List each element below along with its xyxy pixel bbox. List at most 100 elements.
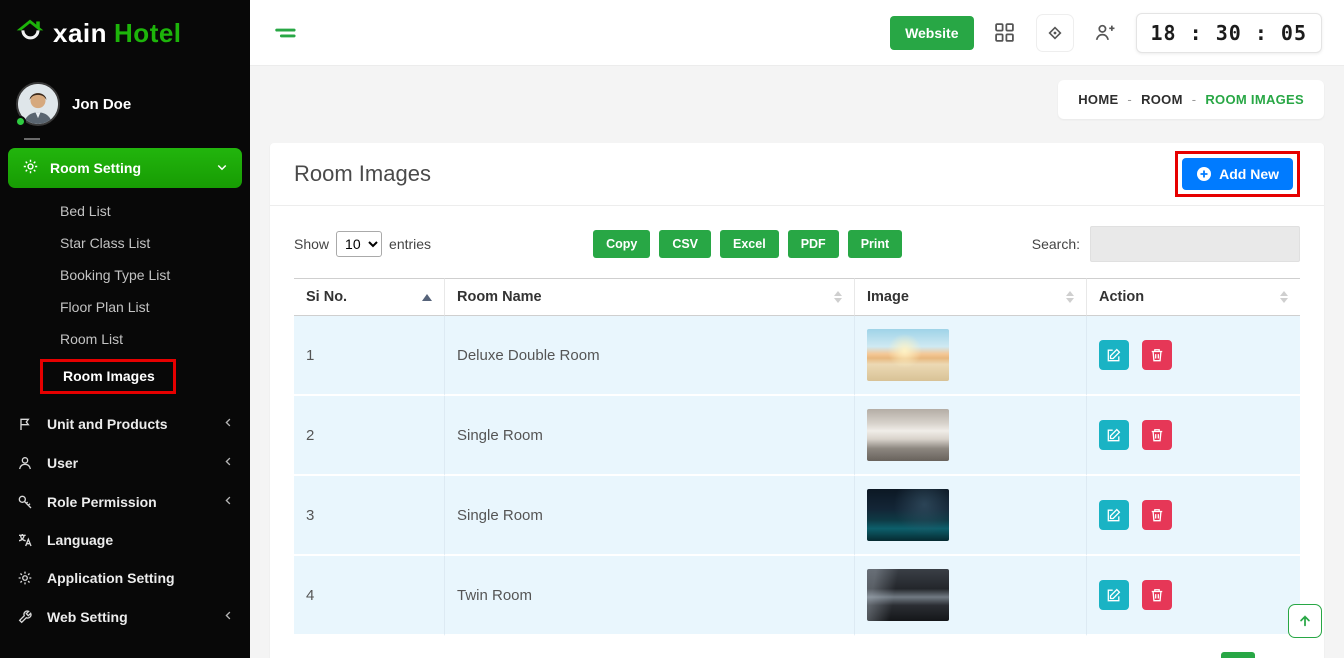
print-label: Print [861,237,889,251]
sidebar-item-user[interactable]: User [0,443,250,482]
sidebar: xainHotel Jon Doe [0,0,250,658]
sort-ascending-icon [422,294,432,301]
sidebar-toggle-icon[interactable] [272,19,300,47]
sidebar-item-floor-plan-list[interactable]: Floor Plan List [0,291,250,323]
sidebar-item-role-permission[interactable]: Role Permission [0,482,250,521]
language-icon [16,532,34,548]
logo-text-prefix: xain [53,18,107,49]
chevron-left-icon [223,415,234,432]
column-label: Action [1099,289,1144,305]
cell-si-no: 4 [294,556,444,636]
table-row: 3 Single Room [294,476,1300,556]
add-user-icon[interactable] [1086,14,1124,52]
entries-label: entries [389,236,431,252]
copy-label: Copy [606,237,637,251]
trash-icon [1150,428,1164,442]
room-setting-submenu: Bed List Star Class List Booking Type Li… [0,190,250,404]
user-profile[interactable]: Jon Doe [0,66,250,134]
copy-button[interactable]: Copy [593,230,650,258]
menu-label: Language [47,532,113,548]
add-new-button[interactable]: Add New [1182,158,1293,190]
edit-button[interactable] [1099,340,1129,370]
room-images-table: Si No. Room Name Image Action 1 Deluxe D… [294,278,1300,636]
cell-room-name: Twin Room [444,556,854,636]
pdf-button[interactable]: PDF [788,230,839,258]
delete-button[interactable] [1142,340,1172,370]
logo-text-suffix: Hotel [114,18,182,49]
edit-pencil-icon [1107,588,1121,602]
sidebar-item-bed-list[interactable]: Bed List [0,195,250,227]
room-image-night-resort [867,489,949,541]
sidebar-divider [24,138,40,140]
excel-button[interactable]: Excel [720,230,779,258]
menu-label: Role Permission [47,494,157,510]
main-area: Website 18 : 30 : 05 HOME - [250,0,1344,658]
excel-label: Excel [733,237,766,251]
chevron-left-icon [223,493,234,510]
submenu-label: Star Class List [60,235,150,251]
submenu-label: Booking Type List [60,267,170,283]
cell-si-no: 1 [294,316,444,396]
cell-si-no: 3 [294,476,444,556]
sidebar-item-language[interactable]: Language [0,521,250,559]
delete-button[interactable] [1142,580,1172,610]
topbar: Website 18 : 30 : 05 [250,0,1344,66]
website-button-label: Website [905,25,958,41]
breadcrumb-separator: - [1192,92,1197,107]
sidebar-item-booking-type-list[interactable]: Booking Type List [0,259,250,291]
column-label: Si No. [306,289,347,305]
sidebar-item-application-setting[interactable]: Application Setting [0,559,250,597]
breadcrumb-room[interactable]: ROOM [1141,92,1183,107]
scroll-to-top-button[interactable] [1288,604,1322,638]
page-size-select[interactable]: 10 [336,231,382,257]
clock-time: 18 : 30 : 05 [1151,21,1308,45]
breadcrumb-current: ROOM IMAGES [1205,92,1304,107]
page-content: HOME - ROOM - ROOM IMAGES Room Images [250,66,1344,658]
column-header-room-name[interactable]: Room Name [444,278,854,316]
pagination-page-1[interactable]: 1 [1221,652,1255,658]
table-row: 2 Single Room [294,396,1300,476]
sort-icon [1066,291,1074,303]
edit-pencil-icon [1107,428,1121,442]
room-image-white-bedroom [867,409,949,461]
room-images-card: Room Images Add New Show [270,143,1324,658]
print-button[interactable]: Print [848,230,902,258]
navigation-compass-icon[interactable] [1036,14,1074,52]
sidebar-item-room-images[interactable]: Room Images [0,355,250,400]
csv-button[interactable]: CSV [659,230,711,258]
sidebar-item-unit-and-products[interactable]: Unit and Products [0,404,250,443]
edit-button[interactable] [1099,420,1129,450]
cell-room-name: Deluxe Double Room [444,316,854,396]
sidebar-item-room-setting[interactable]: Room Setting [8,148,242,188]
search-input[interactable] [1090,226,1300,262]
delete-button[interactable] [1142,420,1172,450]
trash-icon [1150,348,1164,362]
column-header-action[interactable]: Action [1086,278,1300,316]
edit-pencil-icon [1107,348,1121,362]
sidebar-item-label: Room Setting [50,160,141,176]
edit-button[interactable] [1099,580,1129,610]
page-title: Room Images [294,161,431,187]
sidebar-nav: Room Setting Bed List Star Class List Bo… [0,148,250,636]
sidebar-item-web-setting[interactable]: Web Setting [0,597,250,636]
column-header-si-no[interactable]: Si No. [294,278,444,316]
sidebar-item-star-class-list[interactable]: Star Class List [0,227,250,259]
menu-label: Application Setting [47,570,175,586]
delete-button[interactable] [1142,500,1172,530]
website-button[interactable]: Website [890,16,973,50]
annotation-red-box-sidebar: Room Images [40,359,176,394]
breadcrumb-home[interactable]: HOME [1078,92,1118,107]
chevron-left-icon [223,454,234,471]
edit-button[interactable] [1099,500,1129,530]
column-label: Room Name [457,289,542,305]
column-header-image[interactable]: Image [854,278,1086,316]
sort-icon [1280,291,1288,303]
brand-logo[interactable]: xainHotel [0,0,250,66]
chevron-down-icon [216,160,228,176]
table-row: 1 Deluxe Double Room [294,316,1300,396]
app-window: xainHotel Jon Doe [0,0,1344,658]
apps-grid-icon[interactable] [986,14,1024,52]
trash-icon [1150,588,1164,602]
flag-icon [16,416,34,432]
sidebar-item-room-list[interactable]: Room List [0,323,250,355]
